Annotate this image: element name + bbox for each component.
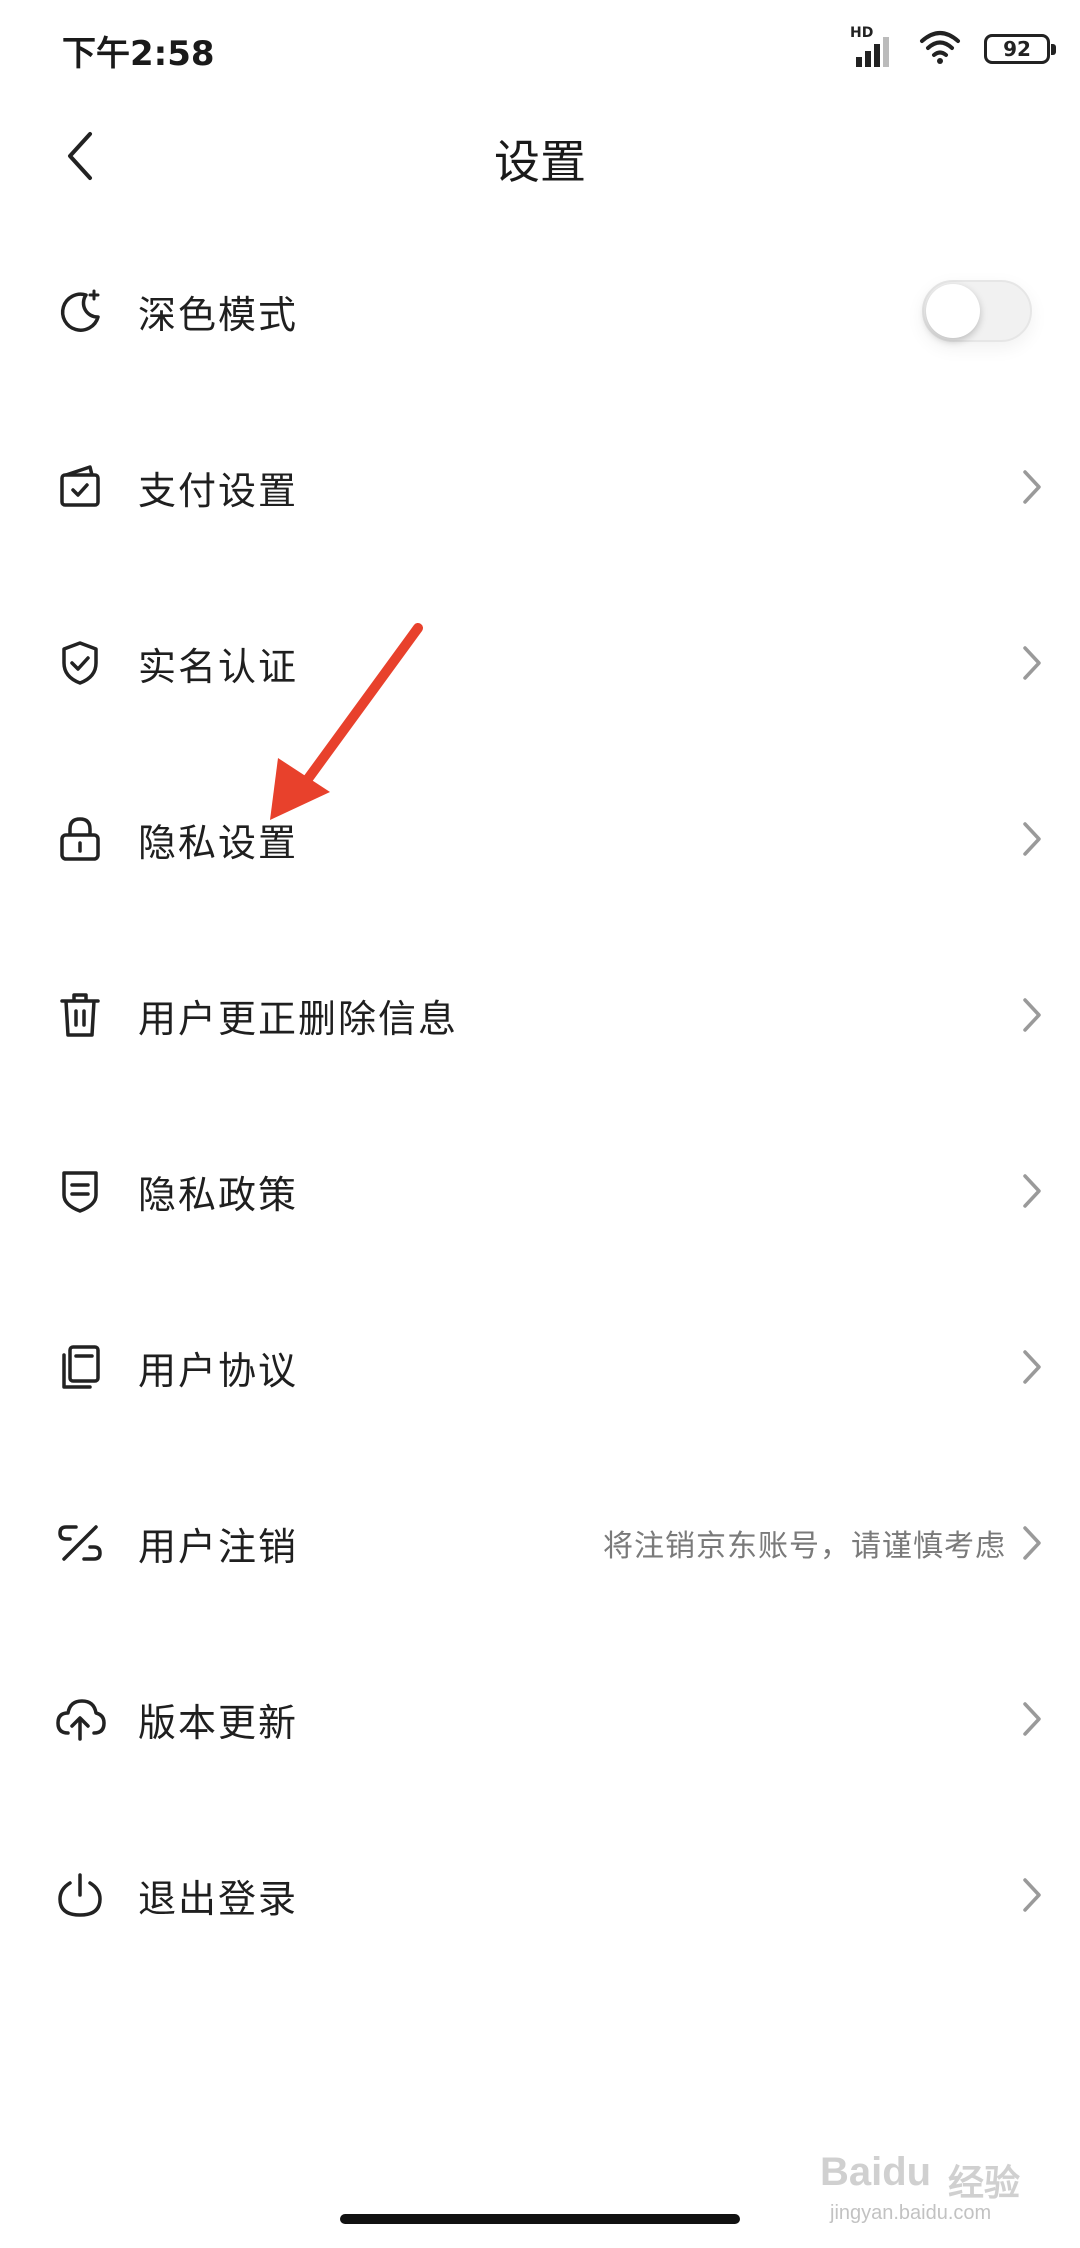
trash-icon [52,987,108,1043]
chevron-right-icon [1014,809,1050,869]
chevron-right-icon [1014,1689,1050,1749]
lock-icon [52,811,108,867]
wallet-check-icon [52,459,108,515]
chevron-right-icon [1014,457,1050,517]
cellular-signal-icon: HD [850,25,896,69]
watermark: Baidu 经验 jingyan.baidu.com [820,2150,1040,2230]
shield-check-icon [52,635,108,691]
chevron-right-icon [1014,633,1050,693]
moon-icon [52,283,108,339]
chevron-right-icon [1014,985,1050,1045]
settings-item-label: 支付设置 [138,468,299,513]
settings-item-account-cancel[interactable]: 用户注销 将注销京东账号，请谨慎考虑 [0,1458,1080,1628]
status-time: 下午2:58 [62,34,215,74]
settings-item-user-data[interactable]: 用户更正删除信息 [0,930,1080,1100]
wifi-icon [918,29,962,69]
settings-item-label: 隐私政策 [138,1172,299,1217]
unlink-icon [52,1515,108,1571]
power-icon [52,1867,108,1923]
watermark-cn: 经验 [948,2163,1021,2204]
settings-item-version-update[interactable]: 版本更新 [0,1634,1080,1804]
dark-mode-toggle[interactable] [922,280,1032,342]
watermark-url: jingyan.baidu.com [830,2202,992,2224]
settings-item-payment[interactable]: 支付设置 [0,402,1080,572]
settings-item-privacy-policy[interactable]: 隐私政策 [0,1106,1080,1276]
settings-item-label: 用户协议 [138,1348,299,1393]
settings-item-label: 深色模式 [138,292,299,337]
status-icons: HD 92 [850,25,1056,72]
toggle-knob [926,284,980,338]
settings-item-label: 用户注销 [138,1524,299,1569]
header: 设置 [0,96,1080,218]
account-cancel-hint: 将注销京东账号，请谨慎考虑 [603,1529,1006,1564]
settings-item-user-agreement[interactable]: 用户协议 [0,1282,1080,1452]
settings-item-label: 用户更正删除信息 [138,996,459,1041]
policy-shield-icon [52,1163,108,1219]
annotation-arrow-icon [270,623,423,820]
chevron-right-icon [1014,1161,1050,1221]
home-indicator[interactable] [340,2214,740,2224]
status-bar: 下午2:58 HD 92 [0,0,1080,96]
settings-item-dark-mode[interactable]: 深色模式 [0,226,1080,396]
settings-item-real-name[interactable]: 实名认证 [0,578,1080,748]
chevron-right-icon [1014,1337,1050,1397]
battery-icon: 92 [984,34,1056,64]
settings-item-label: 退出登录 [138,1876,299,1921]
cloud-upload-icon [52,1691,108,1747]
document-icon [52,1339,108,1395]
watermark-brand: Baidu [820,2150,932,2194]
battery-level: 92 [1003,37,1031,61]
settings-item-logout[interactable]: 退出登录 [0,1810,1080,1980]
chevron-right-icon [1014,1513,1050,1573]
chevron-right-icon [1014,1865,1050,1925]
page-title: 设置 [494,135,586,189]
settings-item-label: 版本更新 [138,1700,299,1745]
settings-item-privacy-settings[interactable]: 隐私设置 [0,754,1080,924]
